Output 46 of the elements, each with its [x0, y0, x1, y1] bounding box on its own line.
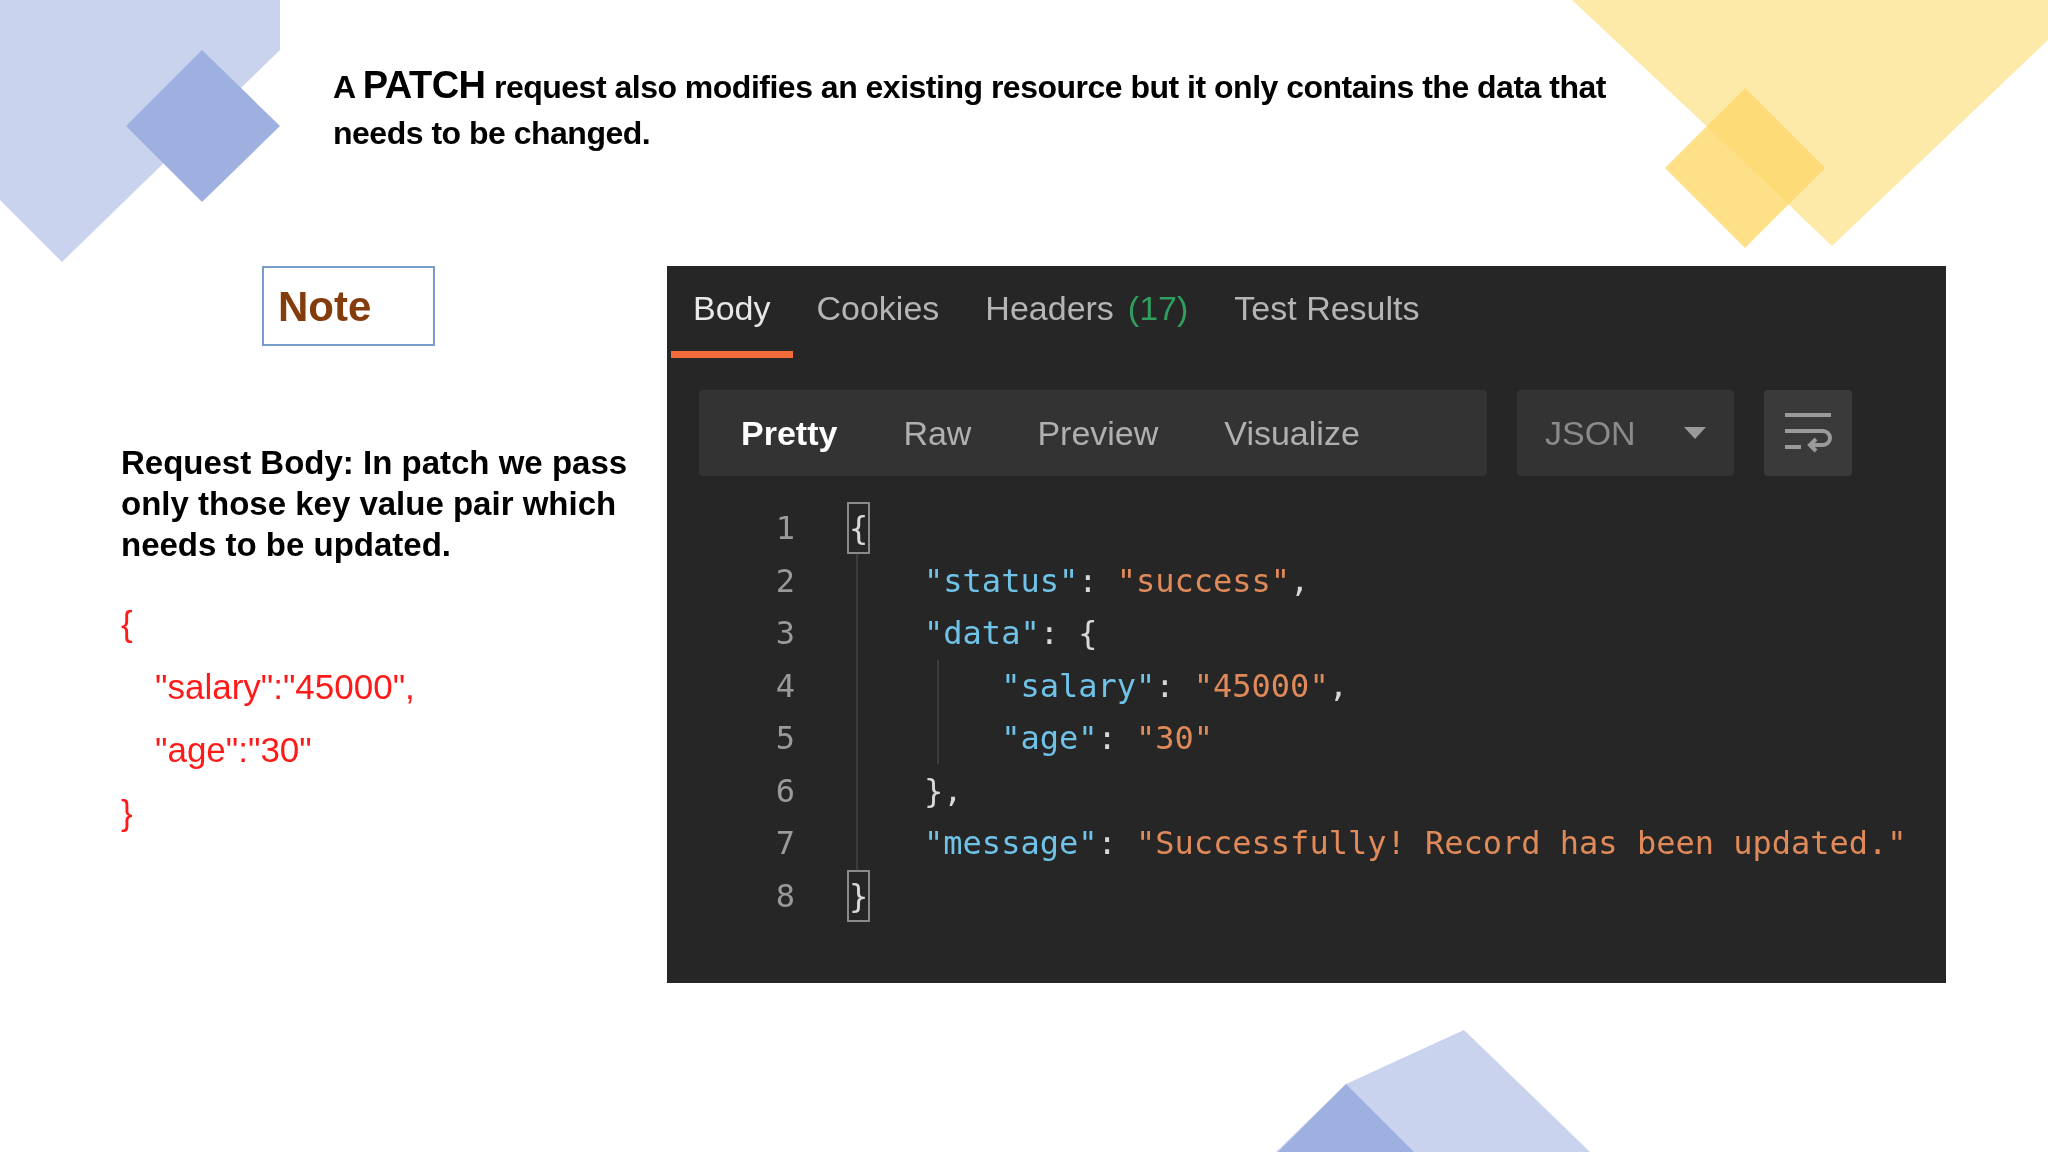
- response-tab[interactable]: Headers (17): [963, 266, 1211, 358]
- request-body-line: {: [121, 603, 134, 645]
- response-tab[interactable]: Test Results: [1212, 266, 1442, 358]
- code-token: : {: [1039, 613, 1098, 655]
- line-number: 1: [774, 508, 796, 550]
- heading-text: A PATCH request also modifies an existing resource but it only contains the data that needs to be changed.: [333, 63, 1607, 153]
- caret-icon: [1684, 427, 1706, 439]
- request-body-line: "salary":"45000",: [155, 666, 416, 708]
- view-mode-tab[interactable]: Pretty: [719, 403, 860, 463]
- wrap-lines-icon: [1783, 411, 1833, 455]
- code-token: :: [1078, 560, 1099, 602]
- line-number: 5: [774, 718, 796, 760]
- code-token: "message": [923, 823, 1098, 865]
- request-body-line: "age":"30": [155, 729, 313, 771]
- response-tab[interactable]: Body: [671, 266, 793, 358]
- code-token: "data": [923, 613, 1040, 655]
- wrap-lines-button[interactable]: [1764, 390, 1852, 476]
- code-token: {: [847, 502, 871, 555]
- code-token: "success": [1116, 560, 1291, 602]
- code-token: "Successfully! Record has been updated.": [1136, 823, 1907, 865]
- code-token: :: [1097, 718, 1118, 760]
- response-tab[interactable]: Cookies: [794, 266, 962, 358]
- code-token: :: [1155, 665, 1176, 707]
- description-text: Request Body: In patch we pass only those key value pair which needs to be updated.: [121, 443, 629, 565]
- view-mode-tab[interactable]: Visualize: [1202, 403, 1382, 463]
- line-number: 4: [774, 665, 796, 707]
- line-number: 3: [774, 613, 796, 655]
- view-mode-tab[interactable]: Preview: [1015, 403, 1181, 463]
- code-token: "30": [1136, 718, 1214, 760]
- note-label: Note: [262, 266, 435, 346]
- code-token: "salary": [1000, 665, 1156, 707]
- line-number: 6: [774, 770, 796, 812]
- format-dropdown[interactable]: JSON: [1517, 390, 1734, 476]
- code-token: "45000": [1193, 665, 1329, 707]
- code-token: }: [847, 869, 871, 922]
- line-number: 2: [774, 560, 796, 602]
- code-token: ,: [1290, 560, 1310, 602]
- code-token: "age": [1000, 718, 1098, 760]
- line-number: 8: [774, 875, 796, 917]
- code-token: ,: [1328, 665, 1348, 707]
- request-body-line: }: [121, 792, 134, 834]
- view-mode-tab[interactable]: Raw: [881, 403, 994, 463]
- code-token: "status": [923, 560, 1079, 602]
- code-token: },: [923, 770, 963, 812]
- line-number: 7: [774, 823, 796, 865]
- code-token: :: [1097, 823, 1118, 865]
